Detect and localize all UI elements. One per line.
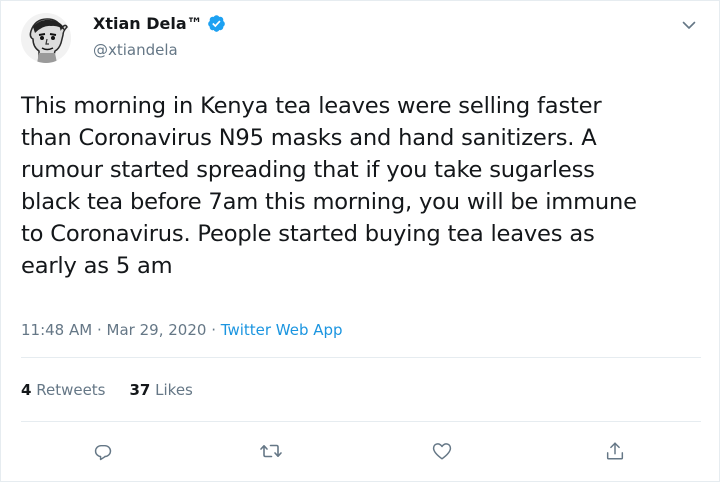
divider (21, 421, 701, 422)
meta-separator: · (96, 321, 102, 339)
like-button[interactable] (428, 437, 456, 465)
author-display-name[interactable]: Xtian Dela™ (93, 14, 203, 33)
tweet-text-line: black tea before 7am this morning, you w… (21, 189, 637, 215)
verified-badge-icon (207, 15, 225, 32)
retweets-count: 4 (21, 381, 32, 399)
tweet-text-line: to Coronavirus. People started buying te… (21, 221, 595, 247)
meta-separator: · (211, 321, 216, 339)
tweet-time[interactable]: 11:48 AM (21, 321, 92, 339)
share-button[interactable] (601, 437, 629, 465)
tweet-date[interactable]: Mar 29, 2020 (107, 321, 207, 339)
reply-icon (94, 444, 112, 461)
retweet-button[interactable] (257, 437, 285, 465)
likes-label: Likes (155, 381, 193, 399)
avatar-image (21, 13, 71, 63)
tweet-meta: 11:48 AM · Mar 29, 2020 · Twitter Web Ap… (21, 321, 343, 339)
tweet-text: This morning in Kenya tea leaves were se… (21, 90, 701, 282)
author-name-row: Xtian Dela™ (93, 14, 226, 33)
tweet-stats: 4 Retweets 37 Likes (21, 381, 193, 399)
chevron-down-icon (682, 21, 696, 29)
tweet-card: Xtian Dela™ @xtiandela This morning in K… (0, 0, 720, 482)
tweet-text-line: early as 5 am (21, 253, 173, 279)
retweet-icon (260, 444, 282, 458)
divider (21, 357, 701, 358)
likes-stat[interactable]: 37 Likes (130, 381, 193, 399)
tweet-text-line: This morning in Kenya tea leaves were se… (21, 93, 602, 119)
tweet-menu-button[interactable] (677, 13, 701, 37)
retweets-label: Retweets (36, 381, 106, 399)
tweet-actions (1, 437, 720, 467)
author-handle[interactable]: @xtiandela (93, 41, 178, 59)
tweet-text-line: than Coronavirus N95 masks and hand sani… (21, 125, 597, 151)
tweet-source-link[interactable]: Twitter Web App (221, 321, 343, 339)
tweet-text-line: rumour started spreading that if you tak… (21, 157, 595, 183)
share-icon (606, 442, 624, 460)
reply-button[interactable] (89, 437, 117, 465)
heart-icon (432, 443, 452, 460)
likes-count: 37 (129, 381, 151, 399)
retweets-stat[interactable]: 4 Retweets (21, 381, 106, 399)
avatar[interactable] (21, 13, 71, 63)
